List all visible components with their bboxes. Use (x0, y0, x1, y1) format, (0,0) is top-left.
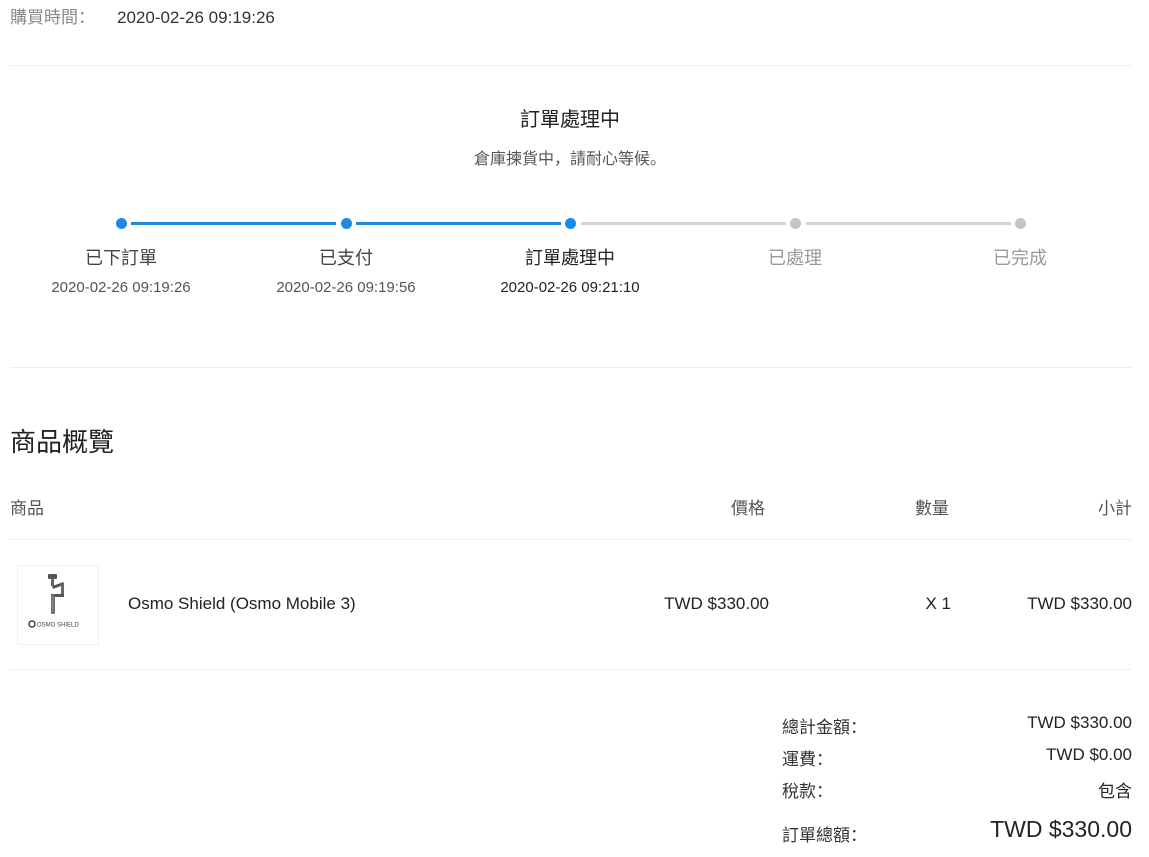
product-table-header: 商品 價格 數量 小計 (10, 494, 1132, 518)
purchase-time-label: 購買時間： (10, 8, 95, 27)
product-quantity: X 1 (925, 594, 951, 613)
step-time-paid: 2020-02-26 09:19:56 (276, 279, 416, 296)
step-dot-processed (789, 218, 801, 229)
step-label-ordered: 已下訂單 (85, 248, 157, 268)
step-time-ordered: 2020-02-26 09:19:26 (51, 279, 191, 296)
step-dot-paid (340, 218, 352, 229)
purchase-time-row: 購買時間： 2020-02-26 09:19:26 (10, 6, 275, 30)
step-dot-processing (564, 218, 576, 229)
column-header-quantity: 數量 (915, 499, 949, 518)
summary-tax-label: 稅款： (782, 782, 833, 801)
divider (10, 669, 1132, 670)
product-name[interactable]: Osmo Shield (Osmo Mobile 3) (128, 594, 356, 614)
step-label-paid: 已支付 (319, 248, 373, 268)
step-time-processing: 2020-02-26 09:21:10 (500, 279, 640, 296)
summary-shipping-value: TWD $0.00 (1046, 745, 1132, 764)
step-label-processed: 已處理 (768, 248, 822, 268)
divider (10, 65, 1132, 66)
divider (10, 539, 1132, 540)
progress-line-pending (806, 222, 1011, 225)
order-progress-tracker: 已下訂單 已支付 訂單處理中 已處理 已完成 2020-02-26 09:19:… (0, 213, 1149, 313)
summary-total-label: 訂單總額： (782, 826, 867, 845)
progress-line-done (356, 222, 561, 225)
order-status-subtitle: 倉庫揀貨中，請耐心等候。 (473, 151, 666, 168)
product-overview-title: 商品概覽 (10, 427, 115, 457)
summary-subtotal-value: TWD $330.00 (1027, 713, 1132, 732)
progress-line-done (131, 222, 336, 225)
purchase-time-value: 2020-02-26 09:19:26 (117, 8, 275, 27)
summary-subtotal-label: 總計金額： (782, 718, 867, 737)
column-header-subtotal: 小計 (1098, 499, 1132, 518)
divider (10, 367, 1132, 368)
gimbal-image-icon: OSMO SHIELD (28, 574, 79, 629)
step-label-completed: 已完成 (993, 248, 1047, 268)
product-thumbnail[interactable]: OSMO SHIELD (17, 565, 99, 645)
order-status-title: 訂單處理中 (520, 109, 620, 131)
summary-shipping-label: 運費： (782, 750, 833, 769)
product-price: TWD $330.00 (664, 594, 769, 613)
step-dot-ordered (115, 218, 127, 229)
thumbnail-logo-text: OSMO SHIELD (37, 623, 79, 629)
product-subtotal: TWD $330.00 (1027, 594, 1132, 613)
column-header-price: 價格 (731, 499, 765, 518)
column-header-product: 商品 (10, 499, 44, 518)
summary-total-value: TWD $330.00 (990, 816, 1132, 842)
step-dot-completed (1014, 218, 1026, 229)
summary-tax-value: 包含 (1098, 782, 1132, 801)
table-row: OSMO SHIELD Osmo Shield (Osmo Mobile 3) … (10, 565, 1132, 647)
step-label-processing: 訂單處理中 (525, 248, 615, 268)
progress-line-pending (581, 222, 786, 225)
